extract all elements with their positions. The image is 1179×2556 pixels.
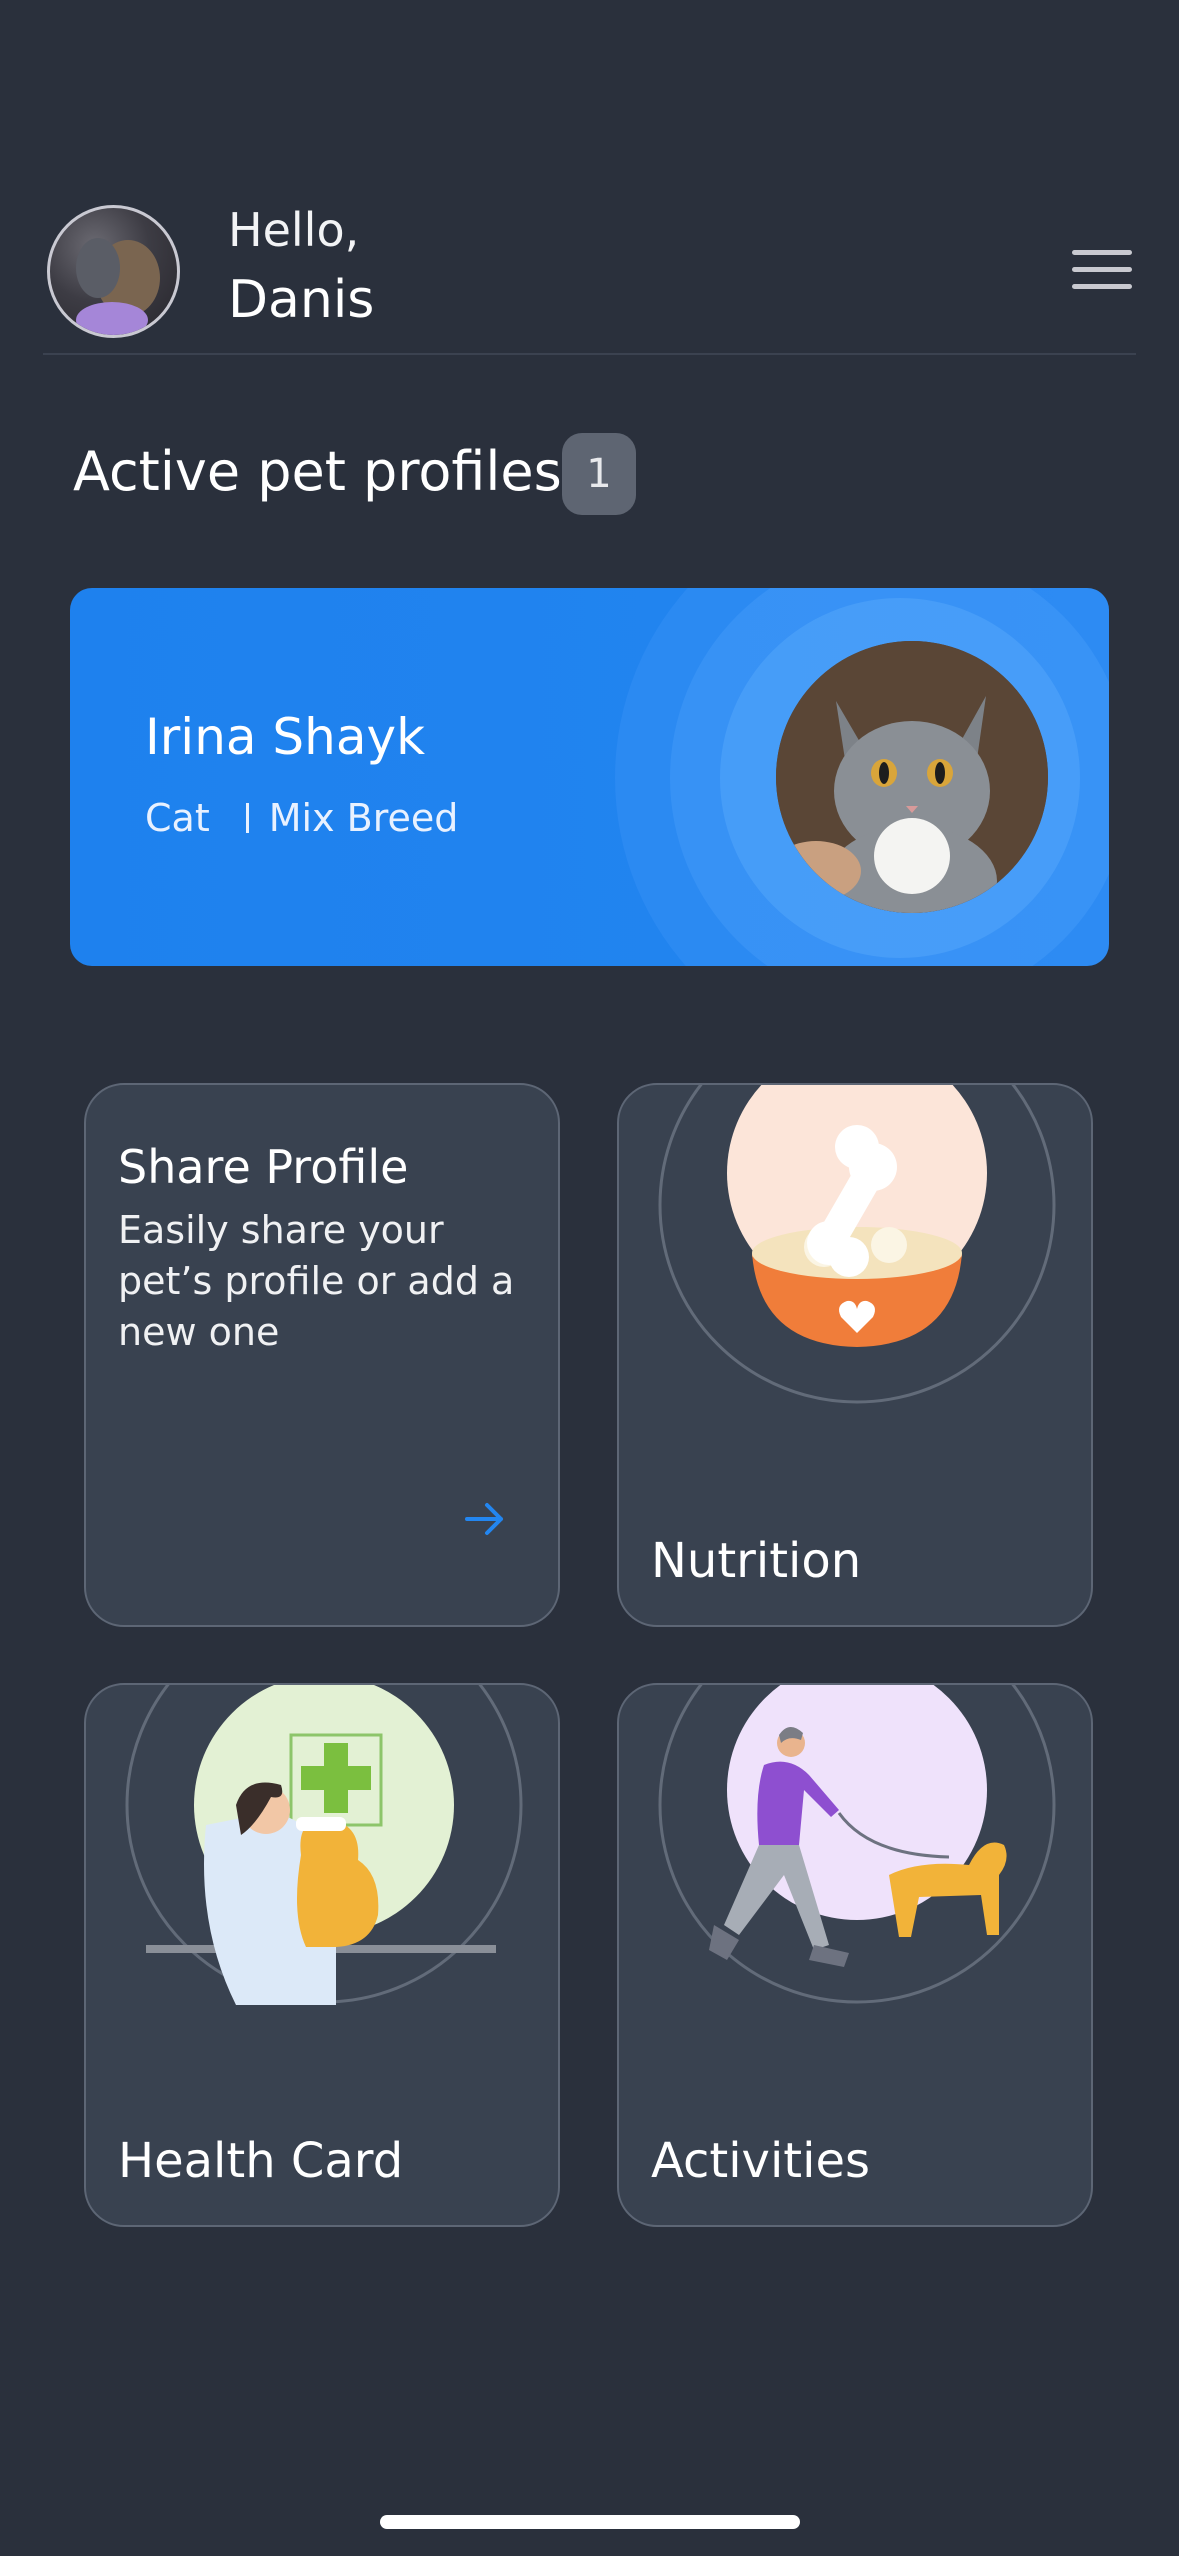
- health-card-label: Health Card: [118, 2133, 404, 2189]
- dog-walking-icon: [658, 1685, 1056, 2004]
- home-screen: Hello, Danis Active pet profiles 1 Irina…: [0, 0, 1179, 2556]
- veterinarian-icon: [125, 1685, 523, 2005]
- profiles-count-badge: 1: [562, 433, 636, 515]
- food-bowl-icon: [658, 1085, 1056, 1404]
- share-profile-title: Share Profile: [118, 1140, 409, 1194]
- health-card-tile[interactable]: Health Card: [84, 1683, 560, 2227]
- share-profile-tile[interactable]: Share Profile Easily share your pet’s pr…: [84, 1083, 560, 1627]
- nutrition-tile[interactable]: Nutrition: [617, 1083, 1093, 1627]
- arrow-right-icon[interactable]: [461, 1495, 509, 1543]
- info-separator: [245, 803, 249, 833]
- pet-breed: Mix Breed: [268, 796, 459, 840]
- header-divider: [43, 353, 1136, 355]
- hamburger-menu-icon[interactable]: [1072, 250, 1132, 294]
- greeting-text: Hello,: [228, 203, 360, 257]
- pet-photo: [776, 641, 1048, 913]
- pet-info: Cat Mix Breed: [145, 796, 458, 840]
- pet-name: Irina Shayk: [145, 708, 426, 766]
- user-name: Danis: [228, 270, 375, 330]
- activities-label: Activities: [651, 2133, 870, 2189]
- home-indicator[interactable]: [380, 2515, 800, 2529]
- active-profiles-title: Active pet profiles: [73, 440, 562, 503]
- pet-species: Cat: [145, 796, 210, 840]
- pet-profile-card[interactable]: Irina Shayk Cat Mix Breed: [70, 588, 1109, 966]
- activities-tile[interactable]: Activities: [617, 1683, 1093, 2227]
- share-profile-description: Easily share your pet’s profile or add a…: [118, 1208, 515, 1354]
- nutrition-label: Nutrition: [651, 1533, 862, 1589]
- user-avatar[interactable]: [47, 205, 180, 338]
